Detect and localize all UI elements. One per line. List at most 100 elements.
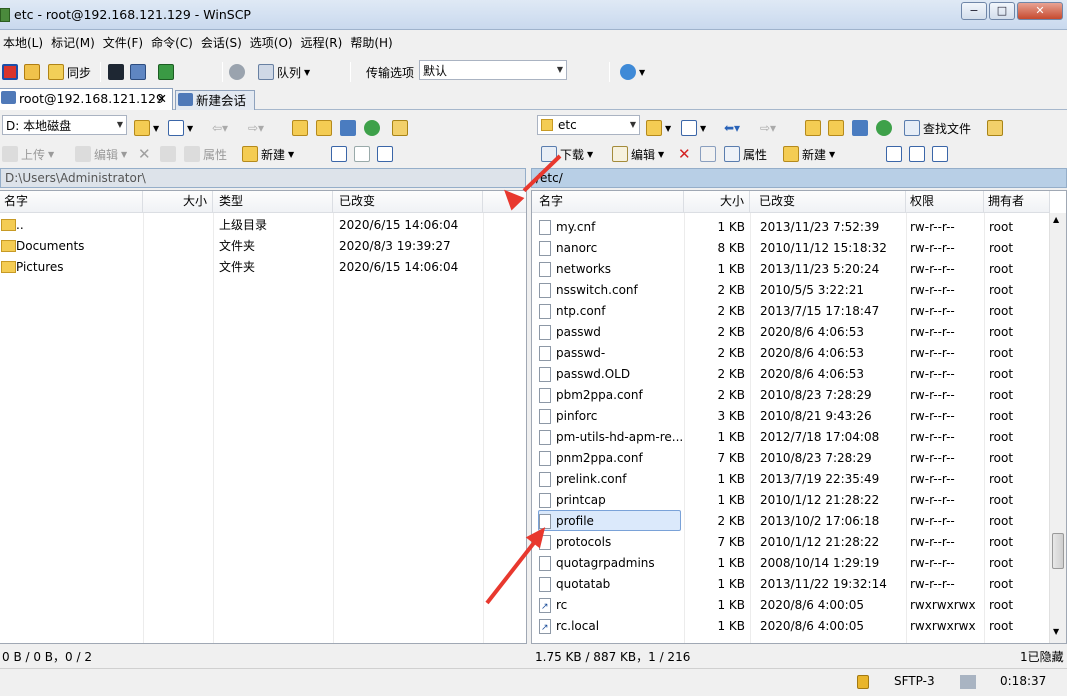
local-col-size[interactable]: 大小 bbox=[143, 191, 213, 213]
local-path-bar[interactable]: D:\Users\Administrator\ bbox=[0, 168, 526, 188]
local-new-button[interactable]: 新建 ▼ bbox=[242, 143, 294, 165]
remote-refresh-button[interactable] bbox=[876, 117, 892, 139]
refresh-session-button[interactable] bbox=[158, 61, 174, 83]
table-row[interactable]: nsswitch.conf 2 KB 2010/5/5 3:22:21 rw-r--r… bbox=[532, 280, 1049, 301]
scrollbar-thumb[interactable] bbox=[1052, 533, 1064, 569]
table-row[interactable]: pinforc 3 KB 2010/8/21 9:43:26 rw-r--r-- roo… bbox=[532, 406, 1049, 427]
remote-rename-button[interactable] bbox=[700, 143, 716, 165]
local-parent-dir-button[interactable] bbox=[292, 117, 308, 139]
sync-button[interactable]: 同步 bbox=[48, 61, 91, 83]
local-root-dir-button[interactable] bbox=[316, 117, 332, 139]
table-row[interactable]: pnm2ppa.conf 7 KB 2010/8/23 7:28:29 rw-r--r… bbox=[532, 448, 1049, 469]
maximize-button[interactable]: □ bbox=[989, 2, 1015, 20]
table-row[interactable]: passwd.OLD 2 KB 2020/8/6 4:06:53 rw-r--r-- r… bbox=[532, 364, 1049, 385]
local-col-changed[interactable]: 已改变 bbox=[333, 191, 483, 213]
remote-select-all-button[interactable] bbox=[886, 143, 902, 165]
table-row[interactable]: profile 2 KB 2013/10/2 17:06:18 rw-r--r-- ro… bbox=[532, 510, 1049, 532]
local-properties-button[interactable]: 属性 bbox=[184, 143, 227, 165]
remote-dir-select[interactable]: etc ▼ bbox=[537, 115, 640, 135]
menu-options[interactable]: 选项(O) bbox=[247, 33, 298, 53]
remote-col-rights[interactable]: 权限 bbox=[906, 191, 984, 213]
menu-session[interactable]: 会话(S) bbox=[198, 33, 247, 53]
local-tree-button[interactable] bbox=[392, 117, 408, 139]
table-row[interactable]: quotatab 1 KB 2013/11/22 19:32:14 rw-r--r--… bbox=[532, 574, 1049, 595]
remote-filter-select-button[interactable] bbox=[932, 143, 948, 165]
tab-new-session[interactable]: 新建会话 bbox=[175, 90, 255, 110]
table-row[interactable]: passwd 2 KB 2020/8/6 4:06:53 rw-r--r-- root bbox=[532, 322, 1049, 343]
menu-mark[interactable]: 标记(M) bbox=[48, 33, 100, 53]
table-row[interactable]: pbm2ppa.conf 2 KB 2010/8/23 7:28:29 rw-r--r… bbox=[532, 385, 1049, 406]
local-col-type[interactable]: 类型 bbox=[213, 191, 333, 213]
upload-button[interactable]: 上传 ▼ bbox=[2, 143, 54, 165]
local-rename-button[interactable] bbox=[160, 143, 176, 165]
remote-edit-button[interactable]: 编辑 ▼ bbox=[612, 143, 664, 165]
remote-col-changed[interactable]: 已改变 bbox=[750, 191, 906, 213]
remote-scrollbar[interactable]: ▲ ▼ bbox=[1049, 213, 1066, 643]
scroll-down-icon[interactable]: ▼ bbox=[1053, 627, 1059, 636]
menu-commands[interactable]: 命令(C) bbox=[148, 33, 198, 53]
find-files-button[interactable]: 查找文件 bbox=[904, 117, 971, 139]
table-row[interactable]: .. 上级目录 2020/6/15 14:06:04 bbox=[0, 215, 526, 236]
table-row[interactable]: printcap 1 KB 2010/1/12 21:28:22 rw-r--r-- r… bbox=[532, 490, 1049, 511]
local-delete-button[interactable]: ✕ bbox=[138, 143, 151, 165]
transfer-settings-select[interactable]: 默认 ▼ bbox=[419, 60, 567, 80]
table-row[interactable]: quotagrpadmins 1 KB 2008/10/14 1:29:19 rw-r… bbox=[532, 553, 1049, 574]
table-row[interactable]: my.cnf 1 KB 2013/11/23 7:52:39 rw-r--r-- roo… bbox=[532, 217, 1049, 238]
local-select-all-button[interactable] bbox=[331, 143, 347, 165]
table-row[interactable]: Pictures 文件夹 2020/6/15 14:06:04 bbox=[0, 257, 526, 278]
local-filter-select-button[interactable] bbox=[377, 143, 393, 165]
table-row[interactable]: prelink.conf 1 KB 2013/7/19 22:35:49 rw-r--… bbox=[532, 469, 1049, 490]
table-row[interactable]: ntp.conf 2 KB 2013/7/15 17:18:47 rw-r--r-- r… bbox=[532, 301, 1049, 322]
local-open-dir-button[interactable]: ▼ bbox=[134, 117, 159, 139]
local-filter-button[interactable]: ▼ bbox=[168, 117, 193, 139]
remote-properties-button[interactable]: 属性 bbox=[724, 143, 767, 165]
local-col-name[interactable]: 名字 bbox=[0, 191, 143, 213]
table-row[interactable]: protocols 7 KB 2010/1/12 21:28:22 rw-r--r--… bbox=[532, 532, 1049, 553]
local-drive-select[interactable]: D: 本地磁盘 ▼ bbox=[2, 115, 127, 135]
menu-local[interactable]: 本地(L) bbox=[0, 33, 48, 53]
local-refresh-button[interactable] bbox=[364, 117, 380, 139]
table-row[interactable]: pm-utils-hd-apm-re... 1 KB 2012/7/18 17:04… bbox=[532, 427, 1049, 448]
remote-col-name[interactable]: 名字 bbox=[532, 191, 684, 213]
remote-parent-dir-button[interactable] bbox=[805, 117, 821, 139]
local-forward-button[interactable]: ⇨▾ bbox=[248, 117, 264, 139]
remote-tree-button[interactable] bbox=[987, 117, 1003, 139]
remote-root-dir-button[interactable] bbox=[828, 117, 844, 139]
web-button[interactable]: ▼ bbox=[620, 61, 645, 83]
menu-file[interactable]: 文件(F) bbox=[100, 33, 148, 53]
remote-delete-button[interactable]: ✕ bbox=[678, 143, 691, 165]
remote-col-size[interactable]: 大小 bbox=[684, 191, 750, 213]
remote-filter-button[interactable]: ▼ bbox=[681, 117, 706, 139]
table-row[interactable]: rc 1 KB 2020/8/6 4:00:05 rwxrwxrwx root bbox=[532, 595, 1049, 618]
menu-help[interactable]: 帮助(H) bbox=[347, 33, 397, 53]
local-home-button[interactable] bbox=[340, 117, 356, 139]
putty-button[interactable] bbox=[130, 61, 146, 83]
remote-path-bar[interactable]: /etc/ bbox=[531, 168, 1067, 188]
queue-button[interactable]: 队列 ▼ bbox=[258, 61, 310, 83]
table-row[interactable]: networks 1 KB 2013/11/23 5:20:24 rw-r--r-- r… bbox=[532, 259, 1049, 280]
console-button[interactable] bbox=[108, 61, 124, 83]
remote-open-dir-button[interactable]: ▼ bbox=[646, 117, 671, 139]
remote-new-button[interactable]: 新建 ▼ bbox=[783, 143, 835, 165]
compare-dirs-button[interactable] bbox=[2, 61, 18, 83]
local-back-button[interactable]: ⇦▾ bbox=[212, 117, 228, 139]
menu-remote[interactable]: 远程(R) bbox=[298, 33, 348, 53]
download-button[interactable]: 下载 ▼ bbox=[541, 143, 593, 165]
remote-back-button[interactable]: ⬅▾ bbox=[724, 117, 740, 139]
table-row[interactable]: Documents 文件夹 2020/8/3 19:39:27 bbox=[0, 236, 526, 257]
remote-forward-button[interactable]: ⇨▾ bbox=[760, 117, 776, 139]
local-edit-button[interactable]: 编辑 ▼ bbox=[75, 143, 127, 165]
remote-unselect-button[interactable] bbox=[909, 143, 925, 165]
table-row[interactable]: rc.local 1 KB 2020/8/6 4:00:05 rwxrwxrwx roo… bbox=[532, 616, 1049, 639]
table-row[interactable]: nanorc 8 KB 2010/11/12 15:18:32 rw-r--r-- ro… bbox=[532, 238, 1049, 259]
minimize-button[interactable]: − bbox=[961, 2, 987, 20]
tab-session[interactable]: root@192.168.121.129 ✕ bbox=[0, 88, 173, 110]
scroll-up-icon[interactable]: ▲ bbox=[1053, 215, 1059, 224]
remote-home-button[interactable] bbox=[852, 117, 868, 139]
table-row[interactable]: passwd- 2 KB 2020/8/6 4:06:53 rw-r--r-- root bbox=[532, 343, 1049, 364]
sync-browse-button[interactable] bbox=[24, 61, 40, 83]
local-unselect-button[interactable] bbox=[354, 143, 370, 165]
remote-col-owner[interactable]: 拥有者 bbox=[984, 191, 1050, 213]
preferences-button[interactable] bbox=[229, 61, 245, 83]
close-window-button[interactable]: ✕ bbox=[1017, 2, 1063, 20]
